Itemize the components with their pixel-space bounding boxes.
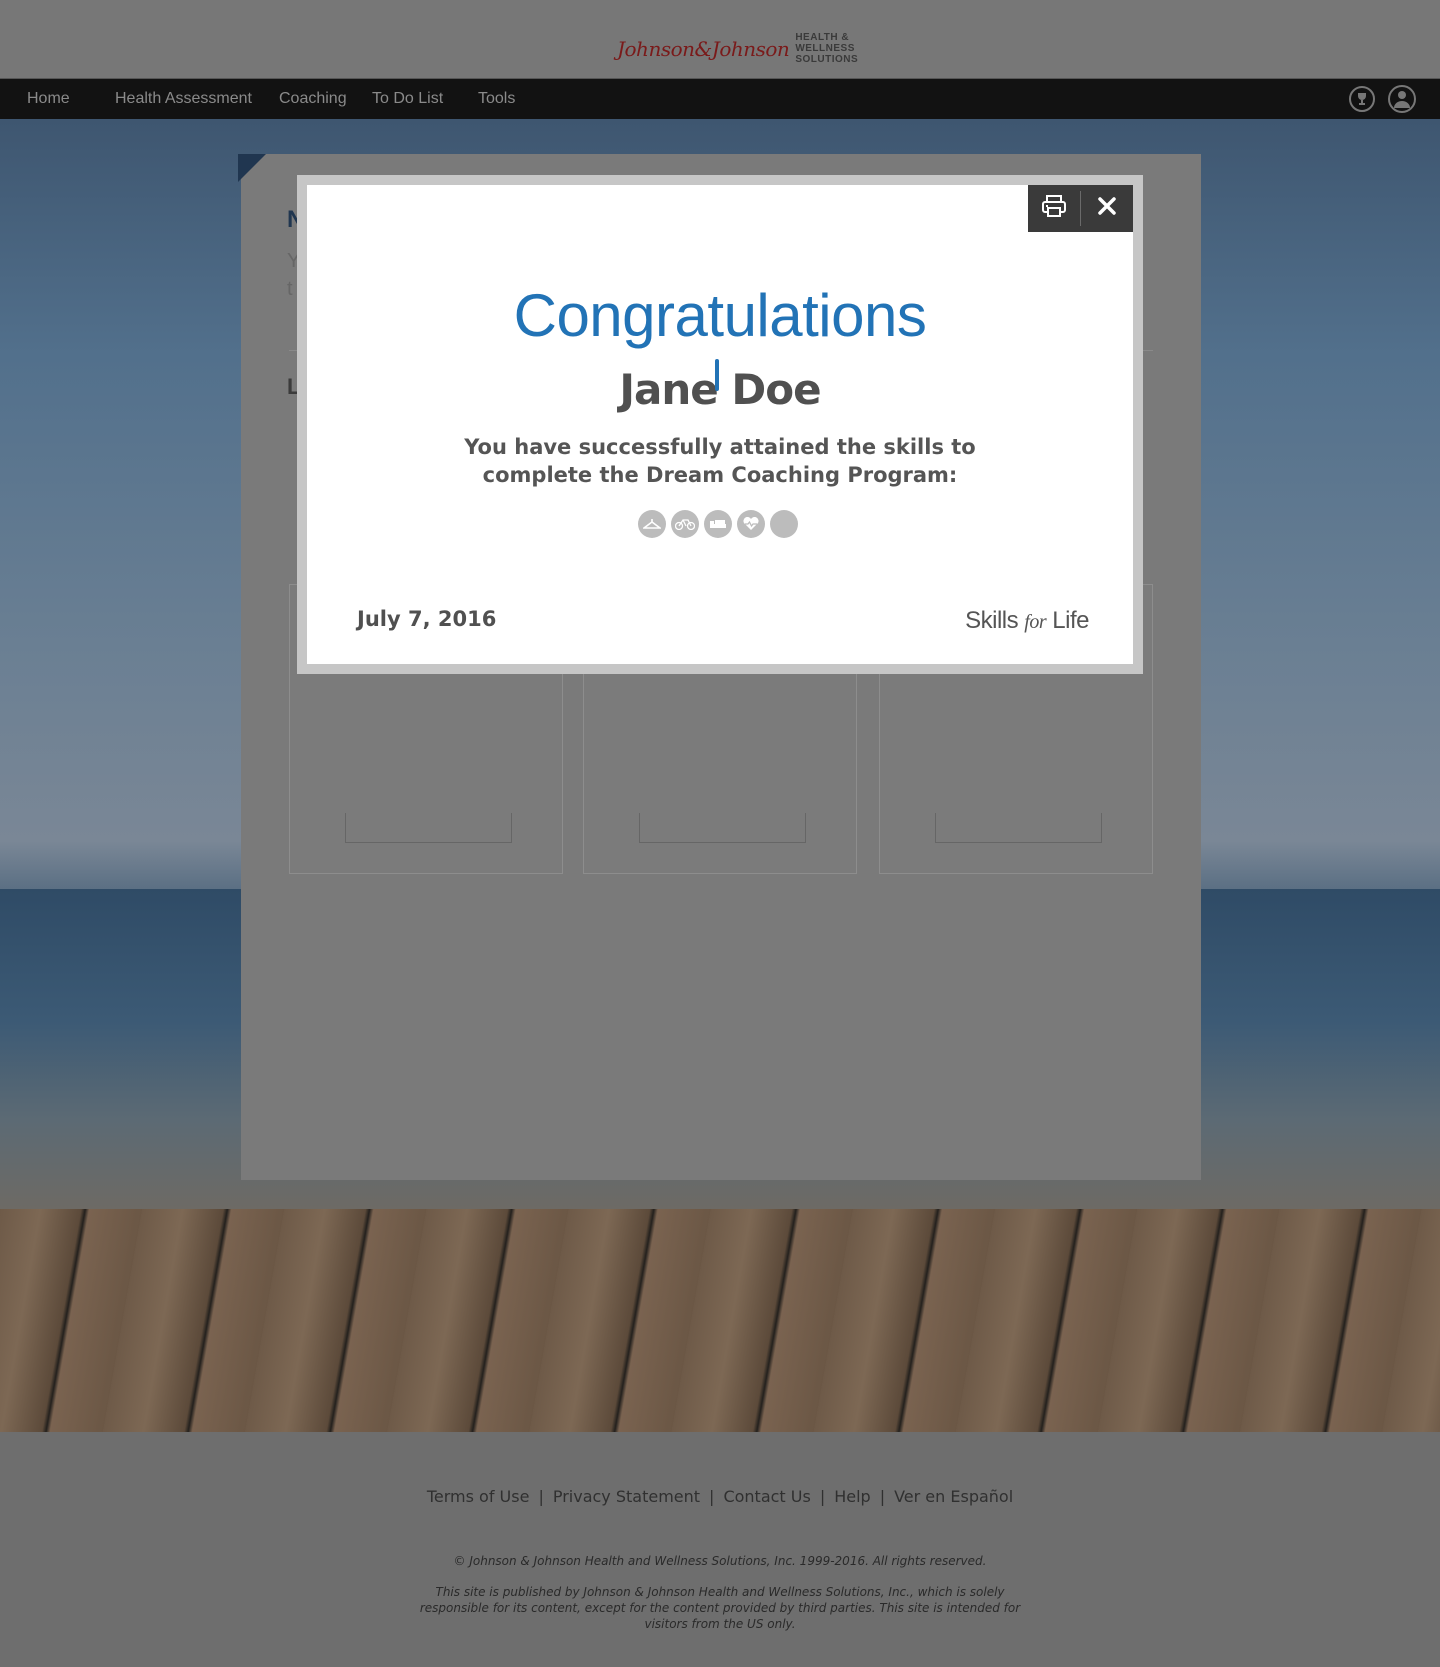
footer-links: Terms of Use | Privacy Statement | Contact U…: [0, 1487, 1440, 1506]
program-card-3-button[interactable]: [935, 813, 1102, 843]
heart-icon: [737, 510, 765, 538]
nav-health-assessment[interactable]: Health Assessment: [115, 79, 252, 119]
disclaimer-text: This site is published by Johnson & John…: [419, 1585, 1021, 1631]
brand-part-3: Life: [1046, 607, 1089, 634]
footer-link-contact[interactable]: Contact Us: [723, 1487, 810, 1506]
blank-badge: [770, 510, 798, 538]
print-icon: [1041, 194, 1067, 223]
logo-script: Johnson&Johnson: [617, 36, 790, 61]
program-card-1-button[interactable]: [345, 813, 512, 843]
footer-link-terms[interactable]: Terms of Use: [427, 1487, 530, 1506]
nav-coaching[interactable]: Coaching: [279, 79, 347, 119]
logo-line-2: WELLNESS: [795, 43, 855, 54]
bike-icon: [671, 510, 699, 538]
text-cursor-icon: [715, 359, 719, 391]
hanger-icon: [638, 510, 666, 538]
skills-for-life-logo: Skills for Life: [965, 607, 1089, 635]
program-card-2-button[interactable]: [639, 813, 806, 843]
brand-part-1: Skills: [965, 607, 1025, 634]
trophy-icon[interactable]: [1349, 86, 1375, 112]
site-header: Johnson&Johnson HEALTH & WELLNESS SOLUTI…: [0, 0, 1440, 79]
company-logo[interactable]: Johnson&Johnson HEALTH & WELLNESS SOLUTI…: [617, 32, 858, 65]
footer-separator: |: [538, 1487, 544, 1506]
footer-link-privacy[interactable]: Privacy Statement: [553, 1487, 700, 1506]
modal-toolbar: [1028, 185, 1133, 232]
footer-separator: |: [709, 1487, 715, 1506]
logo-line-3: SOLUTIONS: [795, 54, 859, 65]
certificate: Congratulations Jane Doe You have succes…: [307, 185, 1133, 664]
copyright-text: © Johnson & Johnson Health and Wellness …: [453, 1554, 987, 1568]
logo-line-1: HEALTH &: [795, 32, 850, 43]
certificate-title: Congratulations: [513, 282, 927, 349]
recipient-name: Jane Doe: [619, 365, 821, 414]
footer-link-espanol[interactable]: Ver en Español: [894, 1487, 1013, 1506]
nav-tools[interactable]: Tools: [478, 79, 515, 119]
footer-link-help[interactable]: Help: [834, 1487, 870, 1506]
close-button[interactable]: [1081, 185, 1133, 232]
boardwalk-image: [0, 1209, 1440, 1432]
bed-icon: [704, 510, 732, 538]
close-icon: [1097, 196, 1117, 221]
panel-text-fragment-2: t: [287, 278, 293, 300]
certificate-date: July 7, 2016: [357, 607, 497, 631]
nav-home[interactable]: Home: [27, 79, 70, 119]
nav-to-do-list[interactable]: To Do List: [372, 79, 443, 119]
panel-corner-ribbon: [238, 154, 266, 182]
certificate-modal: Congratulations Jane Doe You have succes…: [297, 175, 1143, 674]
certificate-message: You have successfully attained the skill…: [464, 435, 976, 487]
brand-part-2: for: [1024, 611, 1047, 633]
logo-tagline: HEALTH & WELLNESS SOLUTIONS: [795, 32, 858, 65]
print-button[interactable]: [1028, 185, 1080, 232]
footer-separator: |: [819, 1487, 826, 1506]
user-icon[interactable]: [1388, 85, 1416, 113]
main-nav: Home Health Assessment Coaching To Do Li…: [0, 79, 1440, 119]
skill-badges: [638, 510, 798, 538]
footer-separator: |: [879, 1487, 886, 1506]
